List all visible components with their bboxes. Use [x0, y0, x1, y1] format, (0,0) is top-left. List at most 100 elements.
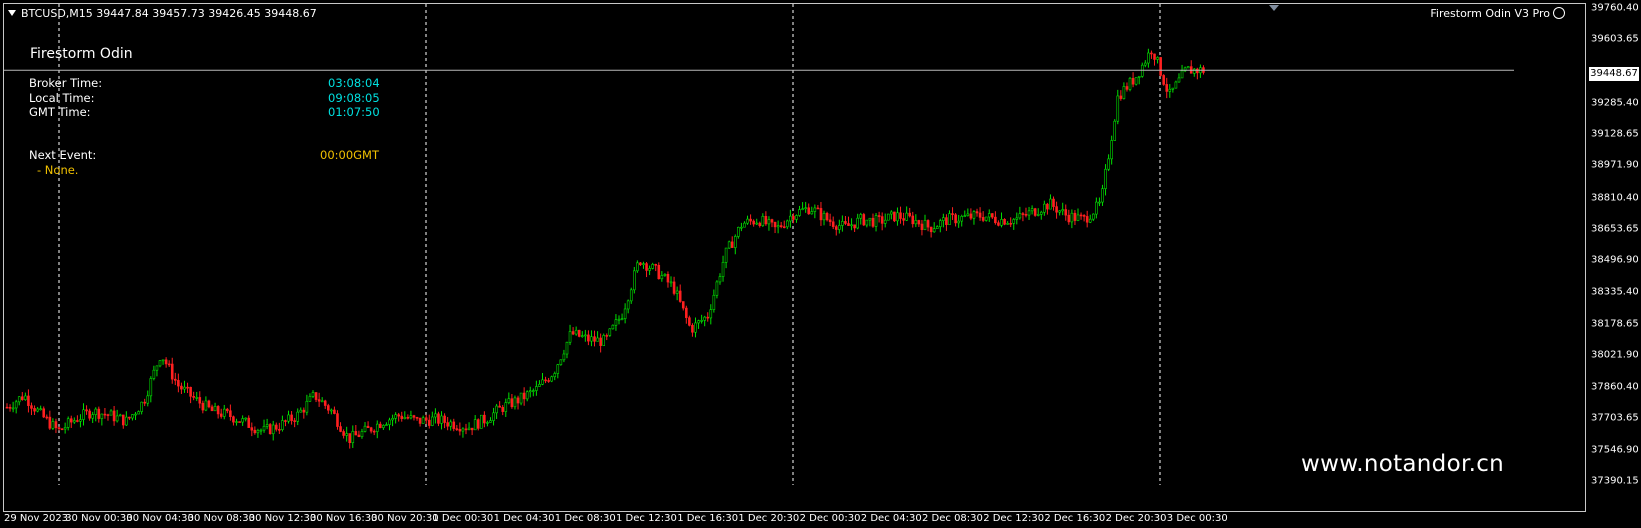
candle-body	[935, 226, 939, 230]
candle-body	[749, 218, 752, 222]
candle-body	[1192, 68, 1196, 74]
candle-body	[599, 337, 602, 346]
candle-body	[20, 396, 24, 400]
shift-marker-icon[interactable]	[1269, 5, 1279, 11]
candle-body	[305, 400, 309, 413]
candle-body	[685, 307, 688, 318]
candle-body	[290, 414, 293, 421]
y-tick-label: 38178.65	[1591, 318, 1639, 330]
candle-body	[14, 401, 18, 409]
candle-body	[984, 216, 988, 221]
candle-body	[528, 390, 532, 393]
candle-body	[914, 220, 918, 225]
candle-body	[1009, 223, 1012, 225]
y-tick-label: 37860.40	[1591, 381, 1639, 393]
candle-body	[48, 416, 52, 429]
candle-body	[137, 411, 140, 415]
candle-body	[281, 420, 284, 430]
candle-body	[131, 414, 134, 419]
x-tick-label: 2 Dec 00:30	[799, 513, 861, 524]
candle-body	[76, 420, 79, 422]
candle-body	[960, 216, 964, 222]
candle-body	[24, 395, 27, 400]
candle-body	[216, 406, 220, 415]
candle-body	[746, 218, 749, 224]
candle-body	[559, 359, 563, 365]
candle-body	[902, 218, 905, 221]
candle-body	[1144, 62, 1147, 66]
candle-body	[1006, 223, 1009, 225]
candle-body	[296, 411, 300, 422]
candle-body	[274, 424, 278, 430]
candle-body	[590, 336, 593, 342]
next-event-value: 00:00GMT	[320, 148, 379, 162]
candle-body	[483, 414, 486, 424]
candle-body	[522, 392, 526, 400]
candle-body	[167, 363, 171, 366]
candle-body	[391, 418, 394, 421]
candle-body	[357, 434, 361, 438]
candle-body	[323, 400, 327, 406]
candle-body	[330, 409, 333, 412]
candle-body	[972, 211, 976, 219]
candle-body	[1030, 208, 1034, 212]
x-tick-label: 2 Dec 04:30	[860, 513, 922, 524]
next-event-detail: - None.	[37, 163, 79, 177]
candle-body	[718, 276, 722, 283]
y-tick-label: 38496.90	[1591, 254, 1639, 266]
candle-body	[449, 421, 453, 427]
candle-body	[253, 429, 257, 434]
candle-body	[186, 386, 189, 389]
candle-body	[82, 409, 85, 420]
candle-body	[954, 214, 957, 224]
candle-body	[994, 216, 997, 224]
x-tick-label: 30 Nov 20:30	[371, 513, 439, 524]
candle-body	[733, 236, 737, 248]
candle-body	[421, 417, 425, 424]
gmt-time-value: 01:07:50	[328, 105, 380, 119]
candle-body	[948, 213, 951, 225]
candle-body	[568, 331, 572, 343]
candle-body	[853, 224, 856, 229]
candle-body	[556, 364, 560, 374]
price-chart[interactable]	[4, 4, 1584, 511]
candle-body	[207, 400, 211, 408]
candle-body	[406, 416, 410, 419]
candle-body	[455, 428, 459, 430]
x-tick-label: 1 Dec 08:30	[554, 513, 616, 524]
candle-body	[1061, 209, 1064, 212]
candle-body	[470, 427, 474, 431]
candle-body	[121, 414, 125, 426]
candle-body	[385, 424, 388, 426]
candle-body	[1012, 219, 1016, 224]
candle-body	[657, 264, 661, 280]
candle-body	[617, 318, 621, 321]
candle-body	[1153, 53, 1156, 60]
candle-body	[608, 328, 612, 336]
dropdown-triangle-icon[interactable]	[8, 10, 16, 16]
candle-body	[1168, 88, 1172, 92]
candle-body	[743, 222, 746, 228]
candle-body	[825, 213, 829, 221]
candle-body	[672, 281, 676, 294]
candle-body	[801, 208, 804, 210]
candle-body	[333, 409, 336, 414]
candle-body	[149, 378, 153, 397]
candle-body	[140, 401, 143, 412]
candle-body	[920, 223, 924, 230]
x-tick-label: 1 Dec 00:30	[432, 513, 494, 524]
candle-body	[51, 421, 55, 429]
candle-body	[767, 219, 771, 225]
candle-body	[174, 378, 177, 381]
candle-body	[1003, 219, 1006, 225]
candle-body	[42, 408, 46, 418]
candle-body	[871, 217, 875, 227]
candle-body	[957, 220, 960, 224]
candle-body	[354, 431, 358, 436]
candle-body	[268, 424, 272, 435]
smiley-icon[interactable]	[1553, 7, 1565, 19]
panel-title: Firestorm Odin	[30, 46, 133, 62]
candle-body	[678, 290, 682, 302]
candle-body	[577, 329, 581, 337]
candle-body	[1177, 77, 1181, 83]
